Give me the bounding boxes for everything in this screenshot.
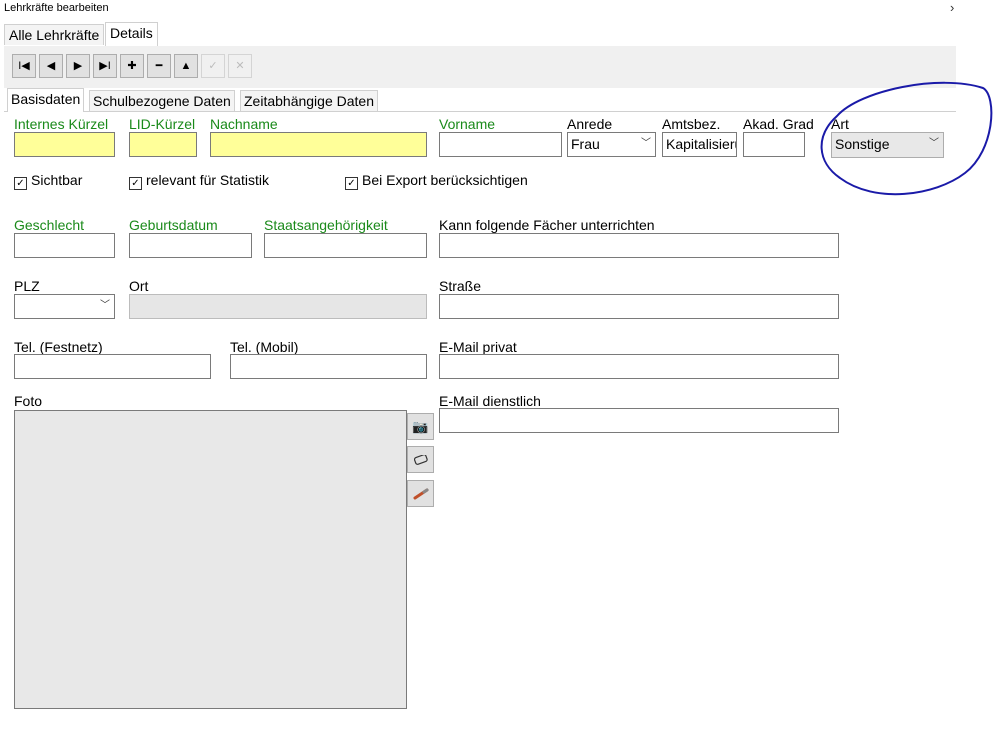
akad-grad-label: Akad. Grad: [743, 116, 814, 132]
tel-festnetz-field[interactable]: [14, 354, 211, 379]
next-record-button[interactable]: ▶: [66, 54, 90, 78]
export-label: Bei Export berücksichtigen: [362, 172, 528, 188]
faecher-field[interactable]: [439, 233, 839, 258]
plz-label: PLZ: [14, 278, 40, 294]
confirm-button[interactable]: ✓: [201, 54, 225, 78]
ort-label: Ort: [129, 278, 149, 294]
nachname-field[interactable]: [210, 132, 427, 157]
akad-grad-field[interactable]: [743, 132, 805, 157]
lid-kuerzel-label: LID-Kürzel: [129, 116, 196, 132]
checkmark-icon: ✓: [129, 177, 142, 190]
foto-label: Foto: [14, 393, 43, 409]
export-checkbox[interactable]: ✓ Bei Export berücksichtigen: [345, 172, 528, 190]
add-record-button[interactable]: ✚: [120, 54, 144, 78]
internes-kuerzel-field[interactable]: [14, 132, 115, 157]
email-privat-field[interactable]: [439, 354, 839, 379]
first-record-button[interactable]: I◀: [12, 54, 36, 78]
statistik-label: relevant für Statistik: [146, 172, 269, 188]
last-record-button[interactable]: ▶I: [93, 54, 117, 78]
chevron-right-icon[interactable]: ›: [950, 0, 954, 15]
strasse-label: Straße: [439, 278, 482, 294]
brush-button[interactable]: [407, 480, 434, 507]
email-dienstlich-label: E-Mail dienstlich: [439, 393, 541, 409]
anrede-select[interactable]: Frau ﹀: [567, 132, 656, 157]
camera-button[interactable]: 📷: [407, 413, 434, 440]
camera-icon: 📷: [412, 419, 429, 434]
photo-frame[interactable]: [14, 410, 407, 709]
internes-kuerzel-label: Internes Kürzel: [14, 116, 109, 132]
geburtsdatum-label: Geburtsdatum: [129, 217, 218, 233]
geburtsdatum-field[interactable]: [129, 233, 252, 258]
amtsbez-field[interactable]: Kapitalisieru: [662, 132, 737, 157]
delete-record-button[interactable]: ━: [147, 54, 171, 78]
staatsangehoerigkeit-label: Staatsangehörigkeit: [264, 217, 388, 233]
anrede-label: Anrede: [567, 116, 613, 132]
tab-schulbezogene-daten[interactable]: Schulbezogene Daten: [89, 90, 235, 111]
email-privat-label: E-Mail privat: [439, 339, 517, 355]
window-title: Lehrkräfte bearbeiten: [4, 2, 109, 14]
annotation-circle: [820, 81, 993, 196]
tel-festnetz-label: Tel. (Festnetz): [14, 339, 103, 355]
tel-mobil-field[interactable]: [230, 354, 427, 379]
amtsbez-label: Amtsbez.: [662, 116, 721, 132]
brush-icon: [413, 488, 428, 500]
move-up-button[interactable]: ▲: [174, 54, 198, 78]
cancel-button[interactable]: ✕: [228, 54, 252, 78]
previous-record-button[interactable]: ◀: [39, 54, 63, 78]
staatsangehoerigkeit-select[interactable]: [264, 233, 427, 258]
checkmark-icon: ✓: [14, 177, 27, 190]
statistik-checkbox[interactable]: ✓ relevant für Statistik: [129, 172, 269, 190]
vorname-label: Vorname: [439, 116, 496, 132]
tab-basisdaten[interactable]: Basisdaten: [7, 88, 85, 112]
tel-mobil-label: Tel. (Mobil): [230, 339, 299, 355]
sichtbar-checkbox[interactable]: ✓ Sichtbar: [14, 172, 82, 190]
strasse-field[interactable]: [439, 294, 839, 319]
tab-zeitabhaengige-daten[interactable]: Zeitabhängige Daten: [240, 90, 378, 111]
sichtbar-label: Sichtbar: [31, 172, 83, 188]
eraser-button[interactable]: [407, 446, 434, 473]
chevron-down-icon: ﹀: [100, 300, 110, 311]
eraser-icon: [413, 454, 428, 465]
anrede-value: Frau: [571, 136, 600, 152]
tab-alle-lehrkraefte[interactable]: Alle Lehrkräfte: [4, 24, 105, 45]
checkmark-icon: ✓: [345, 177, 358, 190]
outer-tab-bar: Alle Lehrkräfte Details: [4, 22, 956, 47]
lid-kuerzel-field[interactable]: [129, 132, 197, 157]
tab-details[interactable]: Details: [105, 22, 158, 47]
geschlecht-select[interactable]: [14, 233, 115, 258]
nachname-label: Nachname: [210, 116, 278, 132]
vorname-field[interactable]: [439, 132, 562, 157]
inner-tab-bar: Basisdaten Schulbezogene Daten Zeitabhän…: [4, 88, 956, 112]
plz-select[interactable]: ﹀: [14, 294, 115, 319]
geschlecht-label: Geschlecht: [14, 217, 85, 233]
email-dienstlich-field[interactable]: [439, 408, 839, 433]
faecher-label: Kann folgende Fächer unterrichten: [439, 217, 655, 233]
ort-field[interactable]: [129, 294, 427, 319]
chevron-down-icon: ﹀: [641, 138, 651, 149]
